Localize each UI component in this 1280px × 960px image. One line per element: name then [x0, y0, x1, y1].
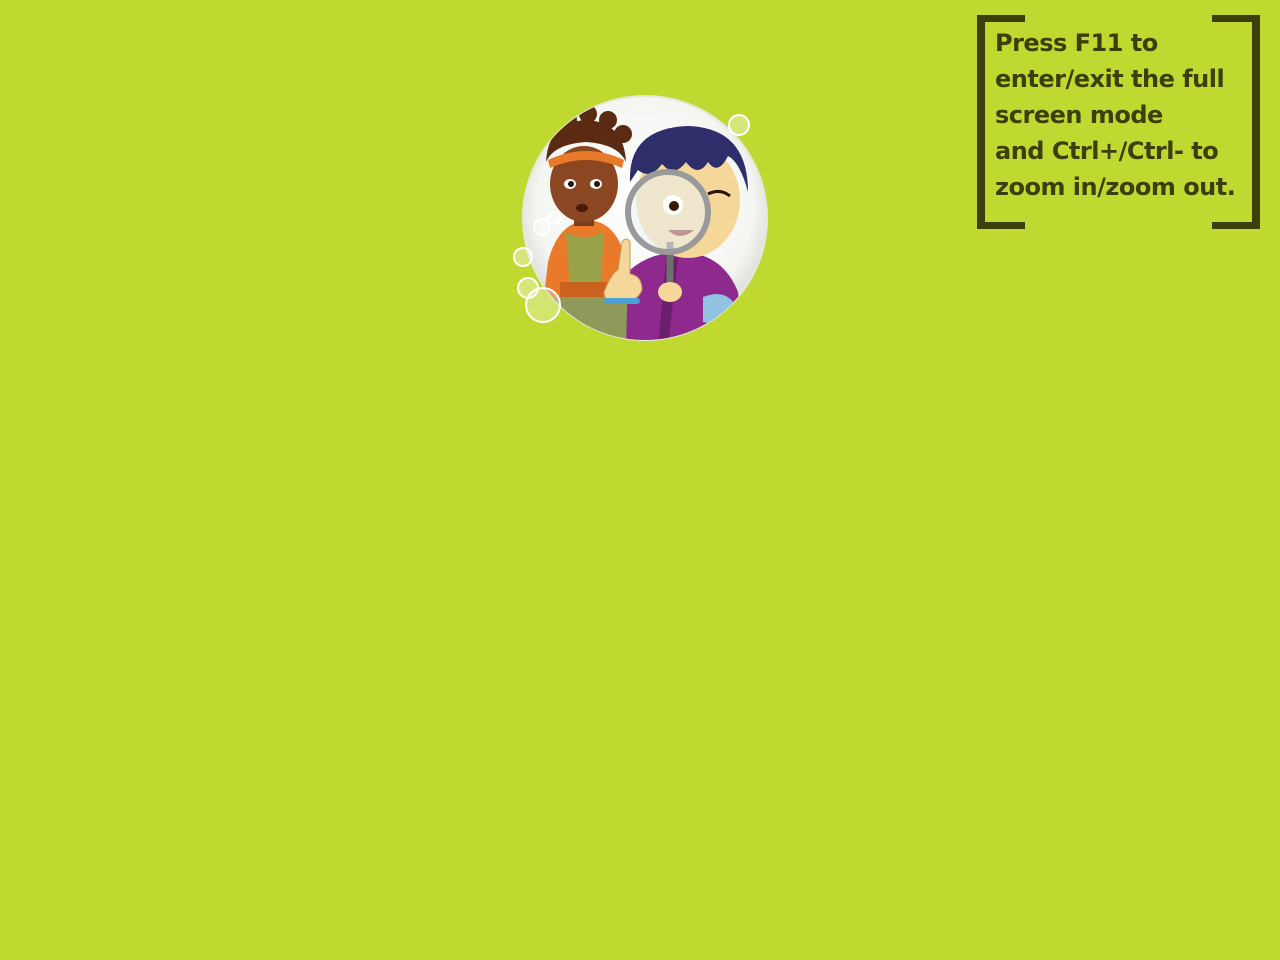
detective-kids-logo[interactable] [508, 92, 772, 348]
hint-line: enter/exit the full [995, 65, 1225, 93]
hint-line: Press F11 to [995, 29, 1158, 57]
game-stage: Press F11 to enter/exit the full screen … [0, 0, 1280, 960]
logo-illustration [513, 95, 768, 341]
hint-line: zoom in/zoom out. [995, 173, 1236, 201]
fullscreen-hint: Press F11 to enter/exit the full screen … [977, 15, 1260, 229]
hint-text: Press F11 to enter/exit the full screen … [995, 25, 1257, 205]
hint-line: screen mode [995, 101, 1163, 129]
hint-line: and Ctrl+/Ctrl- to [995, 137, 1219, 165]
